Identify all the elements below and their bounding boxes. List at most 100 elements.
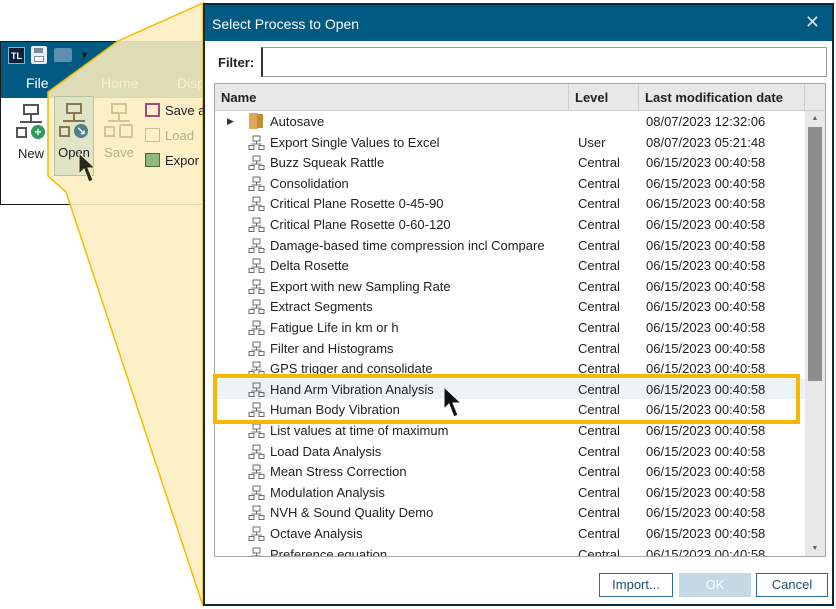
process-icon [248,155,265,171]
table-row[interactable]: Extract Segments Central 06/15/2023 00:40:… [215,296,805,317]
process-icon [248,505,265,521]
row-level: Central [578,340,620,356]
filter-input[interactable] [261,47,827,77]
row-date: 06/15/2023 00:40:58 [646,155,766,171]
vertical-scrollbar[interactable]: ▲ ▼ [805,111,825,556]
row-date: 06/15/2023 00:40:58 [646,464,766,480]
column-header-name[interactable]: Name [215,84,569,110]
row-date: 06/15/2023 00:40:58 [646,526,766,541]
close-icon[interactable]: ✕ [805,12,820,33]
column-header-date[interactable]: Last modification date [639,84,805,110]
row-name: NVH & Sound Quality Demo [270,505,434,521]
table-row[interactable]: Human Body Vibration Central 06/15/2023 00… [215,399,805,420]
row-level: Central [578,443,620,459]
row-level: User [578,134,606,150]
table-row[interactable]: Octave Analysis Central 06/15/2023 00:40:5… [215,523,805,544]
print-icon[interactable] [54,48,72,62]
row-level: Central [578,258,620,274]
new-process-icon: + [16,104,46,144]
table-row[interactable]: Critical Plane Rosette 0-45-90 Central 06/… [215,193,805,214]
table-row[interactable]: Damage-based time compression incl Compa… [215,235,805,256]
row-date: 06/15/2023 00:40:58 [646,361,766,377]
scroll-up-icon[interactable]: ▲ [805,115,825,122]
row-date: 06/15/2023 00:40:58 [646,484,766,500]
row-date: 06/15/2023 00:40:58 [646,278,766,294]
row-name: Load Data Analysis [270,443,382,459]
row-level: Central [578,320,620,335]
row-level: Central [578,381,620,397]
table-row[interactable]: Export Single Values to Excel User 08/07/2… [215,132,805,153]
row-date: 06/15/2023 00:40:58 [646,258,766,274]
row-level: Central [578,546,620,557]
table-row[interactable]: Mean Stress Correction Central 06/15/2023 … [215,461,805,482]
column-header-level[interactable]: Level [569,84,639,110]
table-row[interactable]: NVH & Sound Quality Demo Central 06/15/202… [215,502,805,523]
save-button: Save [100,103,138,160]
row-level: Central [578,464,620,480]
tab-display[interactable]: Disp [177,75,205,91]
row-date: 06/15/2023 00:40:58 [646,423,766,438]
row-name: GPS trigger and consolidate [270,361,433,377]
row-name: Octave Analysis [270,526,363,541]
save-icon[interactable] [31,46,47,64]
new-button[interactable]: + New [12,104,50,161]
save-as-icon [145,103,160,117]
row-name: Delta Rosette [270,258,349,274]
table-row[interactable]: Modulation Analysis Central 06/15/2023 00:… [215,482,805,503]
row-date: 06/15/2023 00:40:58 [646,381,766,397]
table-row[interactable]: Filter and Histograms Central 06/15/2023 0… [215,338,805,359]
row-date: 08/07/2023 12:32:06 [646,114,766,129]
row-date: 06/15/2023 00:40:58 [646,237,766,253]
process-icon [251,547,262,556]
cancel-button[interactable]: Cancel [756,573,828,597]
row-level: Central [578,361,620,377]
table-row[interactable]: List values at time of maximum Central 06/… [215,420,805,441]
table-row[interactable]: GPS trigger and consolidate Central 06/15/… [215,358,805,379]
process-icon [248,464,265,480]
export-label: Expor [165,153,199,168]
row-name: Extract Segments [270,299,373,315]
filter-label: Filter: [218,55,255,70]
row-date: 06/15/2023 00:40:58 [646,299,766,315]
tab-home[interactable]: Home [101,75,138,91]
row-level: Central [578,423,620,438]
expand-arrow-icon[interactable]: ▶ [227,116,234,127]
table-row[interactable]: Buzz Squeak Rattle Central 06/15/2023 00:4… [215,152,805,173]
row-date: 06/15/2023 00:40:58 [646,320,766,335]
table-row[interactable]: Export with new Sampling Rate Central 06/1… [215,276,805,297]
row-name: Preference equation [270,546,388,557]
customize-dropdown-icon[interactable]: ▼ [80,50,89,60]
table-row[interactable]: Preference equation Central 06/15/2023 00:… [215,544,805,557]
scroll-down-icon[interactable]: ▼ [805,545,825,552]
row-name: Filter and Histograms [270,340,394,356]
select-process-dialog: Select Process to Open ✕ Filter: Name Le… [203,3,834,606]
save-as-label: Save a [165,103,206,118]
table-row[interactable]: Hand Arm Vibration Analysis Central 06/15/… [215,378,805,400]
process-icon [248,444,265,459]
row-level: Central [578,175,620,191]
dialog-titlebar: Select Process to Open ✕ [205,5,832,41]
process-icon [248,196,265,212]
folder-icon [249,113,264,129]
process-icon [248,402,265,418]
table-row[interactable]: Critical Plane Rosette 0-60-120 Central 06… [215,214,805,235]
table-row[interactable]: Load Data Analysis Central 06/15/2023 00:4… [215,441,805,462]
import-button[interactable]: Import... [599,573,673,597]
table-row[interactable]: Delta Rosette Central 06/15/2023 00:40:58 [215,255,805,276]
scroll-thumb[interactable] [808,127,822,381]
row-level: Central [578,526,620,541]
table-row[interactable]: Consolidation Central 06/15/2023 00:40:58 [215,173,805,194]
table-row[interactable]: Fatigue Life in km or h Central 06/15/2023… [215,317,805,338]
row-level: Central [578,155,620,171]
export-button[interactable]: Expor [145,153,199,168]
row-level: Central [578,278,620,294]
row-level: Central [578,237,620,253]
tab-file[interactable]: File [26,75,49,91]
row-name: Damage-based time compression incl Compa… [270,237,545,253]
table-row[interactable]: ▶ Autosave 08/07/2023 12:32:06 [215,111,805,132]
dialog-title: Select Process to Open [212,16,360,32]
row-name: Buzz Squeak Rattle [270,155,385,171]
save-as-button[interactable]: Save a [145,103,205,118]
row-date: 06/15/2023 00:40:58 [646,546,766,557]
row-name: Consolidation [270,175,349,191]
